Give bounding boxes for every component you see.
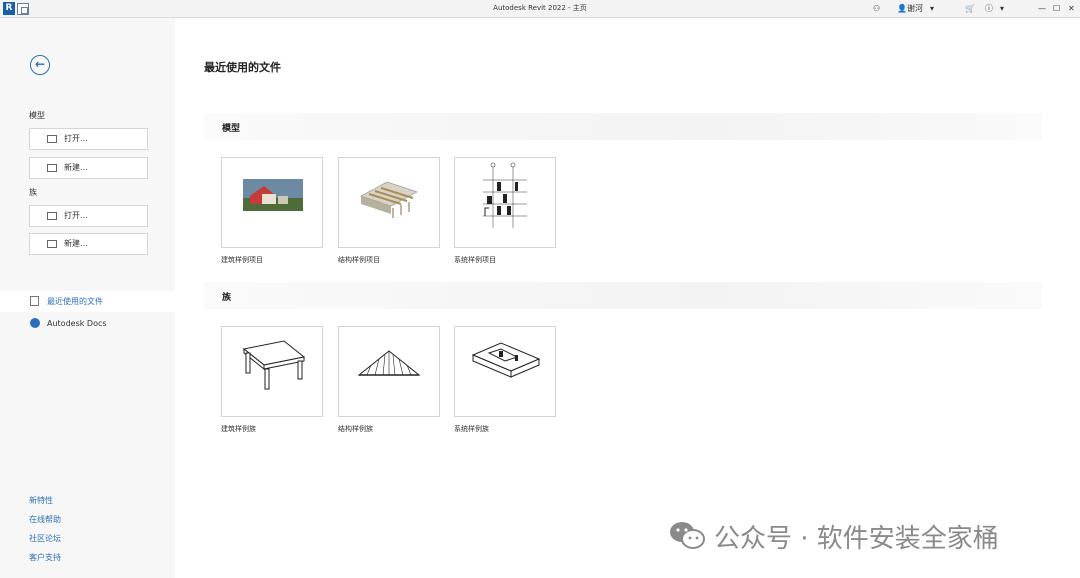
link-community-forum[interactable]: 社区论坛	[29, 533, 61, 544]
models-label: 模型	[29, 111, 45, 120]
folder-icon	[47, 164, 57, 172]
open-model-button[interactable]: 打开...	[29, 128, 148, 150]
main-content: 最近使用的文件 模型 建筑样例项目 结构样例项目 系统样例项目 族 建筑样例族 …	[175, 18, 1080, 578]
card-structural-sample-family[interactable]	[338, 326, 440, 417]
folder-icon	[47, 240, 57, 248]
card-systems-sample-project[interactable]	[454, 157, 556, 248]
systems-project-thumbnail	[483, 162, 527, 228]
card-systems-sample-family[interactable]	[454, 326, 556, 417]
nav-autodesk-docs[interactable]: Autodesk Docs	[0, 313, 175, 334]
maximize-button[interactable]: ☐	[1053, 2, 1060, 16]
card-label: 结构样例族	[338, 425, 373, 433]
table-thumbnail	[242, 340, 306, 390]
structural-project-thumbnail	[360, 181, 418, 218]
left-panel: ← 模型 打开... 新建... 族 打开... 新建... 最近使用的文件 A…	[0, 18, 175, 578]
user-name[interactable]: 谢河	[907, 2, 923, 16]
link-whats-new[interactable]: 新特性	[29, 495, 53, 506]
new-model-button[interactable]: 新建...	[29, 157, 148, 179]
tray-thumbnail	[471, 342, 541, 378]
user-icon[interactable]: 👤	[897, 2, 907, 16]
folder-open-icon	[47, 212, 57, 220]
page-title: 最近使用的文件	[204, 61, 281, 74]
help-icon[interactable]: ⓘ	[985, 2, 993, 16]
link-customer-support[interactable]: 客户支持	[29, 552, 61, 563]
new-family-button[interactable]: 新建...	[29, 233, 148, 255]
minimize-button[interactable]: —	[1038, 2, 1046, 16]
card-label: 系统样例项目	[454, 256, 496, 264]
architectural-project-thumbnail	[243, 179, 303, 211]
card-label: 系统样例族	[454, 425, 489, 433]
title-bar: R Autodesk Revit 2022 - 主页 ⚇ 👤 谢河 ▾ 🛒 ⓘ …	[0, 0, 1080, 18]
help-dropdown-icon[interactable]: ▾	[1000, 2, 1004, 16]
card-structural-sample-project[interactable]	[338, 157, 440, 248]
user-dropdown-icon[interactable]: ▾	[930, 2, 934, 16]
folder-open-icon	[47, 135, 57, 143]
binoculars-icon[interactable]: ⚇	[873, 2, 880, 16]
card-label: 建筑样例项目	[221, 256, 263, 264]
wechat-icon	[670, 522, 705, 549]
open-family-button[interactable]: 打开...	[29, 205, 148, 227]
card-architectural-sample-family[interactable]	[221, 326, 323, 417]
truss-thumbnail	[357, 350, 421, 376]
families-label: 族	[29, 188, 37, 197]
card-architectural-sample-project[interactable]	[221, 157, 323, 248]
nav-recent-files[interactable]: 最近使用的文件	[0, 291, 175, 312]
document-icon	[30, 296, 39, 306]
globe-icon	[30, 318, 40, 328]
close-button[interactable]: ✕	[1068, 2, 1075, 16]
models-section-header: 模型	[204, 113, 1042, 140]
back-arrow-icon[interactable]: ←	[30, 55, 50, 75]
watermark-text: 公众号 · 软件安装全家桶	[714, 524, 999, 554]
families-section-header: 族	[204, 282, 1042, 309]
card-label: 结构样例项目	[338, 256, 380, 264]
cart-icon[interactable]: 🛒	[965, 2, 975, 16]
link-online-help[interactable]: 在线帮助	[29, 514, 61, 525]
card-label: 建筑样例族	[221, 425, 256, 433]
